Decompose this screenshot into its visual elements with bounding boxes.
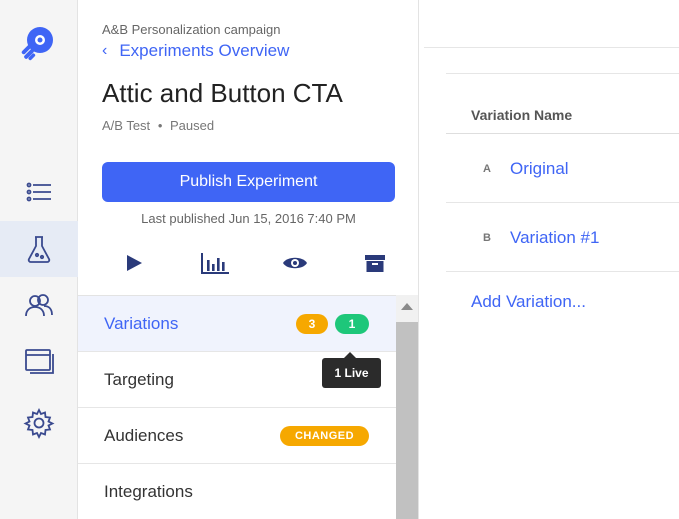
variation-letter: B	[483, 231, 491, 244]
experiment-meta: A/B Test • Paused	[102, 118, 214, 133]
archive-icon[interactable]	[358, 248, 392, 278]
experiment-panel: A&B Personalization campaign ‹ Experimen…	[78, 0, 419, 519]
nav-item-label: Variations	[104, 313, 179, 333]
table-row: A Original	[446, 134, 679, 203]
campaign-name: A&B Personalization campaign	[102, 22, 281, 37]
variation-letter: A	[483, 162, 491, 175]
nav-item-audiences[interactable]: Audiences CHANGED	[78, 408, 396, 464]
gear-icon[interactable]	[0, 395, 78, 451]
play-icon[interactable]	[117, 248, 151, 278]
publish-experiment-button[interactable]: Publish Experiment	[102, 162, 395, 202]
variations-count-badge: 3	[296, 314, 328, 334]
scroll-thumb[interactable]	[396, 322, 418, 519]
results-icon[interactable]	[198, 248, 232, 278]
chevron-left-icon: ‹	[102, 42, 108, 59]
nav-item-label: Targeting	[104, 369, 174, 389]
nav-item-label: Audiences	[104, 425, 184, 445]
preview-icon[interactable]	[278, 248, 312, 278]
divider	[446, 73, 679, 74]
nav-scrollbar[interactable]	[396, 295, 418, 519]
left-nav-rail	[0, 0, 78, 519]
experiment-type: A/B Test	[102, 118, 151, 133]
variation-name-link[interactable]: Variation #1	[510, 203, 599, 272]
nav-item-integrations[interactable]: Integrations	[78, 464, 396, 519]
nav-item-label: Integrations	[104, 481, 193, 501]
scroll-up-icon[interactable]	[401, 303, 413, 310]
live-count-badge[interactable]: 1	[335, 314, 369, 334]
experiment-title: Attic and Button CTA	[102, 78, 343, 108]
live-tooltip: 1 Live	[322, 352, 381, 388]
changed-badge: CHANGED	[280, 426, 369, 446]
experiment-toolbar	[102, 248, 395, 278]
last-published: Last published Jun 15, 2016 7:40 PM	[141, 211, 356, 226]
variation-name-column-header: Variation Name	[471, 107, 573, 123]
experiment-status: Paused	[170, 118, 215, 133]
header-strip	[424, 0, 679, 48]
flask-icon[interactable]	[0, 221, 78, 277]
table-row: B Variation #1	[446, 203, 679, 272]
variations-content: Variation Name A Original B Variation #1…	[420, 0, 679, 519]
nav-item-variations[interactable]: Variations 3 1	[78, 296, 396, 352]
back-link-label: Experiments Overview	[119, 41, 290, 60]
logo-icon[interactable]	[16, 24, 56, 64]
add-variation-link[interactable]: Add Variation...	[471, 292, 586, 312]
window-icon[interactable]	[0, 333, 78, 389]
experiment-nav: Variations 3 1 Targeting Audiences CHANG…	[78, 295, 396, 519]
meta-separator: •	[157, 118, 163, 133]
audiences-icon[interactable]	[0, 277, 78, 333]
variation-name-link[interactable]: Original	[510, 134, 569, 203]
list-icon[interactable]	[0, 164, 78, 220]
back-link[interactable]: ‹ Experiments Overview	[102, 41, 289, 61]
